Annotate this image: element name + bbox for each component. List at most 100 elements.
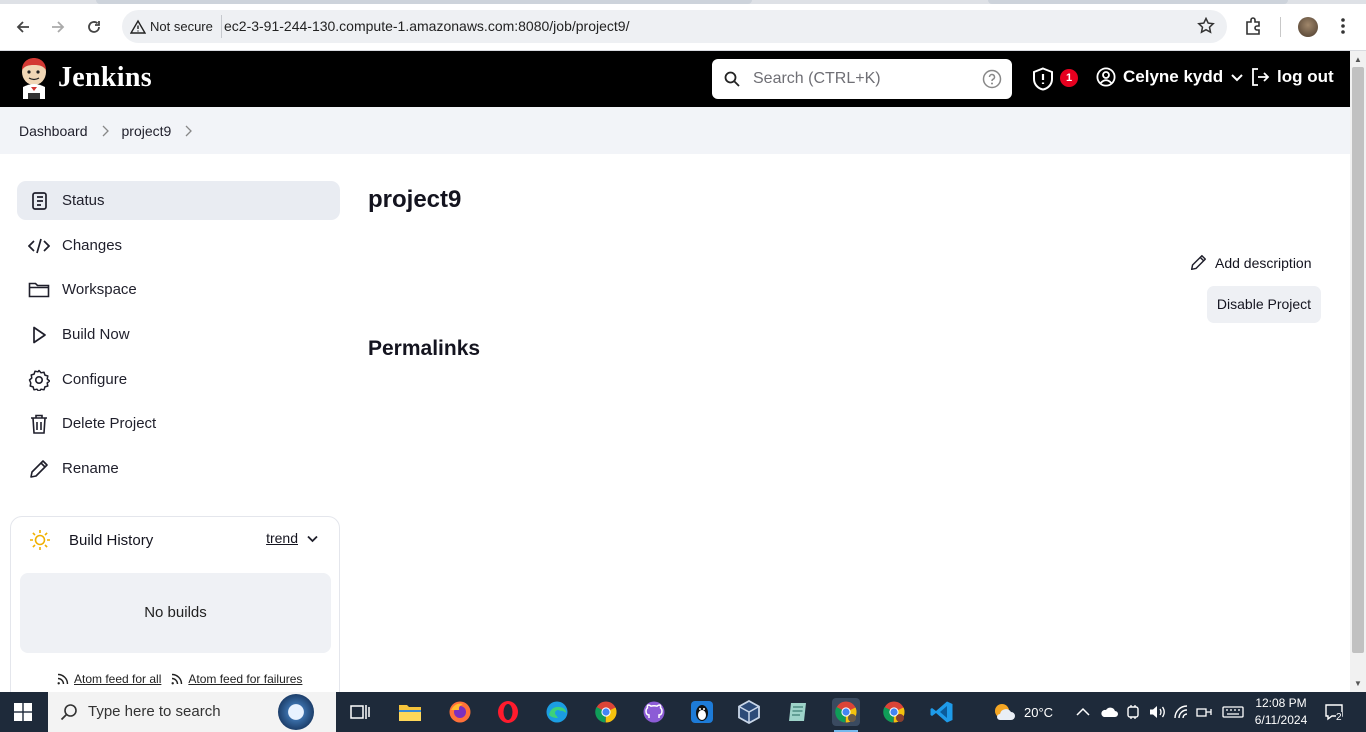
edge-icon[interactable] <box>543 698 571 726</box>
chrome-profile-icon[interactable] <box>880 698 908 726</box>
battery-saver-icon[interactable] <box>1126 692 1140 732</box>
breadcrumb-project[interactable]: project9 <box>122 123 172 139</box>
play-icon <box>27 323 51 347</box>
atom-feed-all-link[interactable]: Atom feed for all <box>74 672 161 686</box>
page-title: project9 <box>368 186 462 213</box>
sun-icon <box>29 529 51 551</box>
sidebar-item-delete-project[interactable]: Delete Project <box>17 404 340 443</box>
browser-toolbar: Not secure ec2-3-91-244-130.compute-1.am… <box>0 0 1366 51</box>
taskbar-search-input[interactable]: Type here to search <box>48 692 336 732</box>
network-icon[interactable] <box>1196 692 1214 732</box>
sidebar-item-label: Workspace <box>62 281 137 298</box>
search-icon <box>724 71 740 87</box>
rss-icon <box>170 673 183 686</box>
atom-feeds: Atom feed for all Atom feed for failures <box>56 672 302 686</box>
vscode-icon[interactable] <box>928 698 956 726</box>
github-desktop-icon[interactable] <box>640 698 668 726</box>
chrome-window-active-icon[interactable] <box>832 698 860 732</box>
action-center-icon[interactable]: 2 <box>1324 692 1344 732</box>
scrollbar-thumb[interactable] <box>1352 67 1364 653</box>
chevron-down-icon <box>1231 74 1243 82</box>
action-center-count: 2 <box>1336 712 1342 723</box>
os-taskbar: Type here to search 20°C 12:08 PM 6/11/2… <box>0 692 1366 732</box>
gear-icon <box>27 368 51 392</box>
extensions-icon[interactable] <box>1244 16 1264 36</box>
virtualbox-icon[interactable] <box>735 698 763 726</box>
penguin-app-icon[interactable] <box>688 698 716 726</box>
sidebar-item-configure[interactable]: Configure <box>17 360 340 399</box>
chevron-right-icon[interactable] <box>184 125 193 137</box>
rss-icon <box>56 673 69 686</box>
temperature-text: 20°C <box>1024 704 1054 720</box>
jenkins-header: Jenkins Search (CTRL+K) 1 Celyne kydd lo… <box>0 51 1350 107</box>
help-icon[interactable] <box>982 69 1002 89</box>
code-icon <box>27 234 51 258</box>
show-hidden-icons-icon[interactable] <box>1076 692 1090 732</box>
system-clock[interactable]: 12:08 PM 6/11/2024 <box>1250 695 1312 729</box>
sidebar-item-rename[interactable]: Rename <box>17 449 340 488</box>
firefox-icon[interactable] <box>446 698 474 726</box>
back-icon[interactable] <box>10 14 36 40</box>
scroll-up-icon[interactable]: ▲ <box>1354 55 1362 64</box>
logout-icon <box>1252 68 1270 86</box>
trend-dropdown[interactable]: trend <box>266 530 319 546</box>
breadcrumb-bar: Dashboard project9 <box>0 107 1350 154</box>
weather-widget[interactable]: 20°C <box>992 692 1053 732</box>
volume-icon[interactable] <box>1148 692 1166 732</box>
logout-link[interactable]: log out <box>1250 67 1334 87</box>
address-bar[interactable]: Not secure ec2-3-91-244-130.compute-1.am… <box>122 10 1227 43</box>
cortana-clock-icon[interactable] <box>278 694 314 730</box>
forward-icon[interactable] <box>45 14 71 40</box>
trash-icon <box>27 412 51 436</box>
opera-icon[interactable] <box>494 698 522 726</box>
sidebar-item-build-now[interactable]: Build Now <box>17 315 340 354</box>
browser-profile-avatar[interactable] <box>1298 17 1318 37</box>
scroll-down-icon[interactable]: ▼ <box>1354 679 1362 688</box>
sidebar-item-label: Status <box>62 192 105 209</box>
trend-label: trend <box>266 530 298 546</box>
user-icon <box>1096 67 1116 87</box>
sidebar: Status Changes Workspace Build Now Confi… <box>0 154 355 716</box>
chrome-icon[interactable] <box>592 698 620 726</box>
notification-badge[interactable]: 1 <box>1060 69 1078 87</box>
status-icon <box>27 189 51 213</box>
user-name: Celyne kydd <box>1123 67 1224 86</box>
add-description-button[interactable]: Add description <box>1190 254 1312 271</box>
page-scrollbar[interactable]: ▲ ▼ <box>1350 51 1366 692</box>
wifi-icon[interactable] <box>1174 692 1192 732</box>
partly-sunny-icon <box>995 704 1015 720</box>
build-history-header: Build History <box>29 529 153 551</box>
atom-feed-failures-link[interactable]: Atom feed for failures <box>188 672 302 686</box>
sidebar-item-label: Configure <box>62 371 128 388</box>
url-text[interactable]: ec2-3-91-244-130.compute-1.amazonaws.com… <box>224 18 629 34</box>
logout-label: log out <box>1277 67 1334 86</box>
task-view-icon[interactable] <box>346 698 374 726</box>
breadcrumb-dashboard[interactable]: Dashboard <box>19 123 88 139</box>
app-title: Jenkins <box>58 62 152 93</box>
user-menu[interactable]: Celyne kydd <box>1096 67 1244 87</box>
jenkins-home-link[interactable]: Jenkins <box>18 57 152 99</box>
sidebar-item-status[interactable]: Status <box>17 181 340 220</box>
clock-time: 12:08 PM <box>1255 696 1307 710</box>
disable-project-button[interactable]: Disable Project <box>1207 286 1321 323</box>
windows-start-icon[interactable] <box>14 703 32 721</box>
chevron-down-icon <box>307 535 318 542</box>
folder-icon <box>27 278 51 302</box>
keyboard-icon[interactable] <box>1222 692 1244 732</box>
not-secure-label: Not secure <box>150 19 213 34</box>
pencil-icon <box>27 457 51 481</box>
sidebar-item-workspace[interactable]: Workspace <box>17 270 340 309</box>
reload-icon[interactable] <box>81 14 107 40</box>
search-placeholder: Search (CTRL+K) <box>753 70 881 87</box>
onedrive-icon[interactable] <box>1100 692 1118 732</box>
search-input[interactable]: Search (CTRL+K) <box>712 59 1012 99</box>
sidebar-item-changes[interactable]: Changes <box>17 226 340 265</box>
security-shield-icon[interactable] <box>1032 67 1054 91</box>
notes-app-icon[interactable] <box>784 698 812 726</box>
browser-menu-icon[interactable] <box>1340 17 1346 35</box>
file-explorer-icon[interactable] <box>396 698 424 726</box>
permalinks-heading: Permalinks <box>368 337 481 360</box>
bookmark-star-icon[interactable] <box>1197 17 1215 35</box>
site-security-indicator[interactable]: Not secure <box>130 15 222 38</box>
warning-icon <box>130 19 146 34</box>
